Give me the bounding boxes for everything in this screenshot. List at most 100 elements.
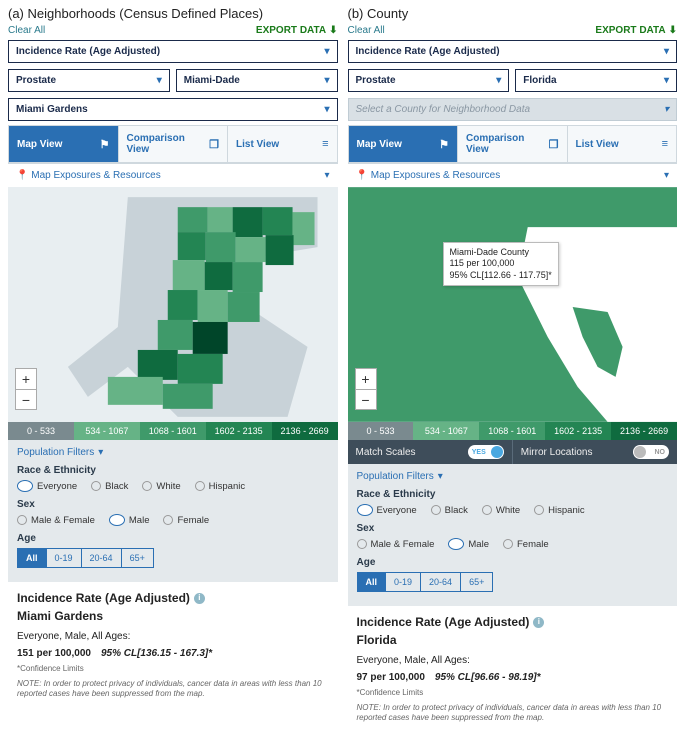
- choropleth-map[interactable]: [8, 187, 338, 422]
- summary-panel: Incidence Rate (Age Adjusted)i Florida E…: [348, 606, 678, 731]
- view-tabs: Map View⚑ Comparison View❒ List View≡: [8, 125, 338, 163]
- pin-icon: 📍: [16, 170, 28, 181]
- match-scales-toggle[interactable]: YES: [468, 445, 504, 459]
- age-0-19-button[interactable]: 0-19: [386, 572, 421, 592]
- summary-cl: 95% CL[96.66 - 98.19]*: [435, 672, 541, 683]
- choropleth-map[interactable]: [348, 187, 678, 422]
- zoom-in-button[interactable]: +: [356, 369, 376, 389]
- legend-bin: 2136 - 2669: [611, 422, 677, 440]
- view-tabs: Map View⚑ Comparison View❒ List View≡: [348, 125, 678, 163]
- chevron-down-icon: ▾: [98, 447, 103, 458]
- clear-all-link[interactable]: Clear All: [348, 25, 385, 36]
- race-black-radio[interactable]: Black: [91, 480, 128, 492]
- sex-female-radio[interactable]: Female: [163, 514, 209, 526]
- cl-footnote: *Confidence Limits: [357, 688, 669, 699]
- age-label: Age: [357, 557, 669, 568]
- legend-bin: 0 - 533: [8, 422, 74, 440]
- race-white-radio[interactable]: White: [482, 504, 520, 516]
- chevron-down-icon: ▾: [324, 46, 329, 57]
- age-20-64-button[interactable]: 20-64: [82, 548, 122, 568]
- panel-title: (a) Neighborhoods (Census Defined Places…: [8, 6, 338, 21]
- tab-list-view[interactable]: List View≡: [228, 126, 337, 162]
- summary-place: Florida: [357, 632, 669, 648]
- pin-icon: 📍: [356, 170, 368, 181]
- panel-neighborhoods: (a) Neighborhoods (Census Defined Places…: [8, 6, 338, 731]
- chevron-down-icon: ▾: [438, 471, 443, 482]
- sync-toggles: Match Scales YES Mirror Locations NO: [348, 440, 678, 464]
- population-filters: Population Filters▾ Race & Ethnicity Eve…: [8, 440, 338, 582]
- privacy-note: NOTE: In order to protect privacy of ind…: [17, 679, 329, 699]
- chevron-down-icon: ▾: [324, 104, 329, 115]
- cancer-site-select[interactable]: Prostate▾: [8, 69, 170, 92]
- tooltip-rate: 115 per 100,000: [450, 258, 552, 269]
- map-container[interactable]: + −: [8, 187, 338, 422]
- sex-male-radio[interactable]: Male: [448, 538, 489, 550]
- age-20-64-button[interactable]: 20-64: [421, 572, 461, 592]
- map-exposures-toggle[interactable]: 📍 Map Exposures & Resources ▾: [348, 163, 678, 187]
- summary-group: Everyone, Male, All Ages:: [357, 654, 669, 668]
- map-icon: ⚑: [439, 138, 449, 151]
- summary-place: Miami Gardens: [17, 608, 329, 624]
- download-icon: ⬇: [669, 25, 677, 36]
- tab-map-view[interactable]: Map View⚑: [349, 126, 459, 162]
- export-data-link[interactable]: EXPORT DATA⬇: [595, 25, 677, 36]
- race-hispanic-radio[interactable]: Hispanic: [534, 504, 584, 516]
- info-icon[interactable]: i: [533, 617, 544, 628]
- summary-panel: Incidence Rate (Age Adjusted) i Miami Gar…: [8, 582, 338, 707]
- tooltip-cl: 95% CL[112.66 - 117.75]*: [450, 270, 552, 281]
- race-white-radio[interactable]: White: [142, 480, 180, 492]
- population-filters: Population Filters▾ Race & Ethnicity Eve…: [348, 464, 678, 606]
- mirror-locations-toggle[interactable]: NO: [633, 445, 669, 459]
- chevron-down-icon: ▾: [324, 75, 329, 86]
- tab-comparison-view[interactable]: Comparison View❒: [119, 126, 229, 162]
- race-everyone-radio[interactable]: Everyone: [17, 480, 77, 492]
- zoom-control: + −: [15, 368, 37, 410]
- sex-male-radio[interactable]: Male: [109, 514, 150, 526]
- chevron-down-icon: ▾: [664, 75, 669, 86]
- race-hispanic-radio[interactable]: Hispanic: [195, 480, 245, 492]
- cancer-site-select[interactable]: Prostate▾: [348, 69, 510, 92]
- legend-bin: 0 - 533: [348, 422, 414, 440]
- map-exposures-toggle[interactable]: 📍 Map Exposures & Resources ▾: [8, 163, 338, 187]
- sex-all-radio[interactable]: Male & Female: [17, 514, 95, 526]
- race-everyone-radio[interactable]: Everyone: [357, 504, 417, 516]
- subregion-select-disabled: Select a County for Neighborhood Data▾: [348, 98, 678, 121]
- region-select[interactable]: Florida▾: [515, 69, 677, 92]
- filters-toggle[interactable]: Population Filters▾: [357, 471, 669, 482]
- chevron-down-icon: ▾: [664, 104, 669, 115]
- zoom-in-button[interactable]: +: [16, 369, 36, 389]
- tab-map-view[interactable]: Map View⚑: [9, 126, 119, 162]
- zoom-out-button[interactable]: −: [16, 389, 36, 409]
- race-black-radio[interactable]: Black: [431, 504, 468, 516]
- tab-list-view[interactable]: List View≡: [568, 126, 677, 162]
- age-0-19-button[interactable]: 0-19: [47, 548, 82, 568]
- export-data-link[interactable]: EXPORT DATA⬇: [256, 25, 338, 36]
- legend-bin: 534 - 1067: [413, 422, 479, 440]
- tab-comparison-view[interactable]: Comparison View❒: [458, 126, 568, 162]
- age-all-button[interactable]: All: [357, 572, 387, 592]
- filters-toggle[interactable]: Population Filters▾: [17, 447, 329, 458]
- clear-all-link[interactable]: Clear All: [8, 25, 45, 36]
- zoom-out-button[interactable]: −: [356, 389, 376, 409]
- match-scales-label: Match Scales: [356, 447, 416, 458]
- map-legend: 0 - 533 534 - 1067 1068 - 1601 1602 - 21…: [348, 422, 678, 440]
- chevron-down-icon: ▾: [664, 46, 669, 57]
- info-icon[interactable]: i: [194, 593, 205, 604]
- list-icon: ≡: [322, 138, 328, 150]
- region-select[interactable]: Miami-Dade▾: [176, 69, 338, 92]
- map-container[interactable]: Miami-Dade County 115 per 100,000 95% CL…: [348, 187, 678, 422]
- sex-all-radio[interactable]: Male & Female: [357, 538, 435, 550]
- age-65plus-button[interactable]: 65+: [122, 548, 154, 568]
- summary-title: Incidence Rate (Age Adjusted): [357, 614, 530, 630]
- zoom-control: + −: [355, 368, 377, 410]
- legend-bin: 534 - 1067: [74, 422, 140, 440]
- age-all-button[interactable]: All: [17, 548, 47, 568]
- measure-select[interactable]: Incidence Rate (Age Adjusted)▾: [348, 40, 678, 63]
- race-label: Race & Ethnicity: [17, 465, 329, 476]
- sex-female-radio[interactable]: Female: [503, 538, 549, 550]
- tooltip-name: Miami-Dade County: [450, 247, 552, 258]
- measure-select[interactable]: Incidence Rate (Age Adjusted)▾: [8, 40, 338, 63]
- subregion-select[interactable]: Miami Gardens▾: [8, 98, 338, 121]
- summary-title: Incidence Rate (Age Adjusted): [17, 590, 190, 606]
- age-65plus-button[interactable]: 65+: [461, 572, 493, 592]
